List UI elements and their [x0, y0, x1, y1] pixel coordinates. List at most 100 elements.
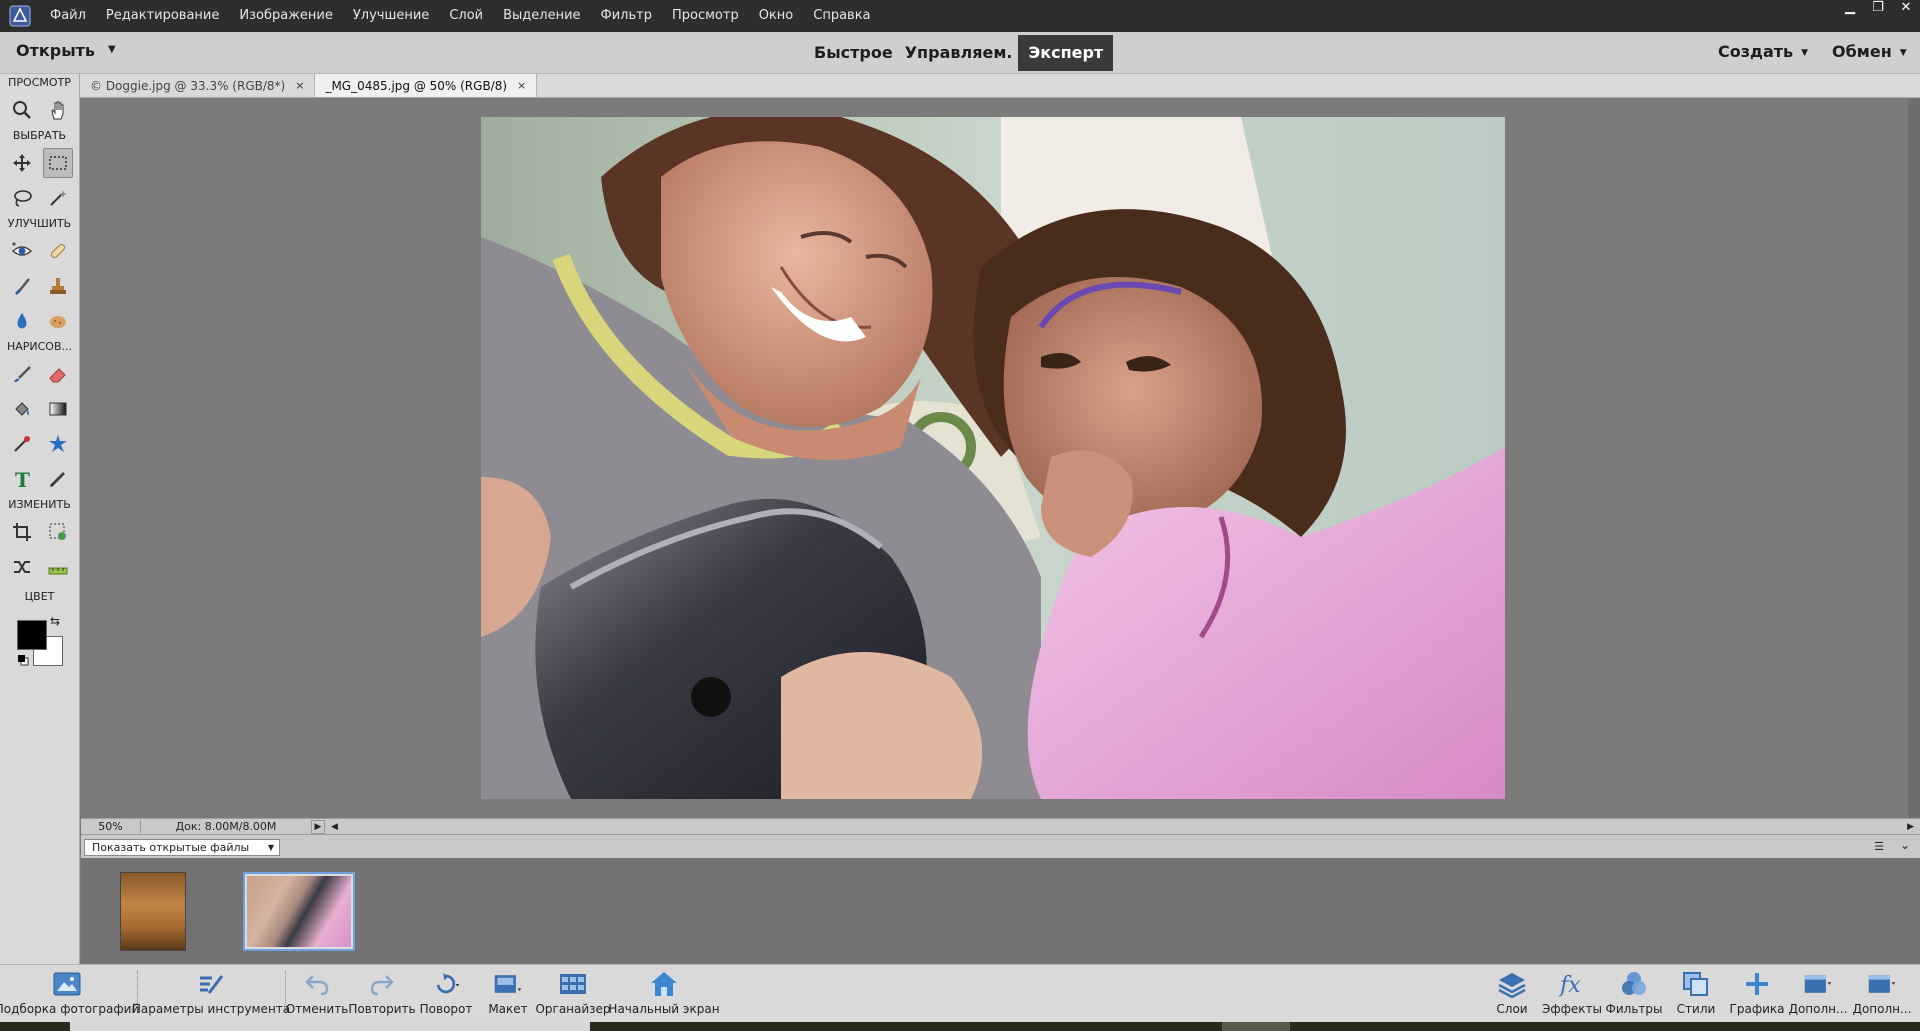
eyedropper-icon[interactable] — [7, 429, 37, 459]
chevron-down-icon: ▼ — [1899, 47, 1907, 58]
section-modify: ИЗМЕНИТЬ — [8, 498, 71, 511]
photo-mother-daughter-tablet — [481, 117, 1505, 799]
zoom-level-field[interactable]: 50% — [81, 820, 141, 833]
share-button[interactable]: Обмен ▼ — [1832, 42, 1907, 61]
chevron-down-icon: ▼ — [267, 843, 274, 852]
brush-tool-icon[interactable] — [7, 359, 37, 389]
magic-wand-icon[interactable] — [43, 183, 73, 213]
bin-menu-icon[interactable]: ☰ — [1874, 840, 1884, 853]
graphics-button[interactable]: Графика — [1730, 969, 1784, 1016]
content-aware-move-icon[interactable] — [7, 552, 37, 582]
rotate-button[interactable]: Поворот — [420, 969, 472, 1016]
close-icon[interactable]: × — [517, 74, 526, 98]
default-colors-icon[interactable] — [17, 654, 29, 666]
swap-colors-icon[interactable]: ⇆ — [50, 614, 60, 628]
blur-tool-icon[interactable] — [7, 306, 37, 336]
horizontal-scroll-left-icon[interactable]: ◀ — [331, 822, 338, 832]
menu-file[interactable]: Файл — [40, 0, 96, 32]
pencil-tool-icon[interactable] — [43, 464, 73, 494]
menu-edit[interactable]: Редактирование — [96, 0, 229, 32]
foreground-color-swatch[interactable] — [17, 620, 47, 650]
organizer-button[interactable]: Органайзер — [535, 969, 611, 1016]
tab-label: _MG_0485.jpg @ 50% (RGB/8) — [325, 78, 508, 93]
effects-button[interactable]: fx Эффекты — [1542, 969, 1602, 1016]
minimize-icon[interactable]: ▁ — [1836, 0, 1864, 18]
organizer-label: Органайзер — [535, 1002, 611, 1016]
mode-expert[interactable]: Эксперт — [1018, 35, 1114, 71]
home-screen-button[interactable]: Начальный экран — [608, 969, 720, 1016]
app-logo-icon[interactable] — [0, 0, 40, 32]
photo-bin-label: Подборка фотографий — [0, 1002, 140, 1016]
mode-quick[interactable]: Быстрое — [808, 35, 899, 71]
dropdown-label: Показать открытые файлы — [92, 841, 250, 854]
red-eye-tool-icon[interactable] — [7, 236, 37, 266]
menu-filter[interactable]: Фильтр — [591, 0, 662, 32]
tab-doggie[interactable]: © Doggie.jpg @ 33.3% (RGB/8*) × — [80, 74, 316, 98]
canvas-vertical-scrollbar[interactable] — [1908, 99, 1920, 818]
menu-select[interactable]: Выделение — [493, 0, 590, 32]
move-tool-icon[interactable] — [7, 148, 37, 178]
undo-label: Отменить — [285, 1002, 349, 1016]
hand-tool-icon[interactable] — [43, 95, 73, 125]
recompose-tool-icon[interactable] — [43, 517, 73, 547]
redo-button[interactable]: Повторить — [348, 969, 416, 1016]
sponge-tool-icon[interactable] — [43, 306, 73, 336]
menu-image[interactable]: Изображение — [229, 0, 342, 32]
home-icon — [649, 969, 679, 999]
clone-stamp-icon[interactable] — [43, 271, 73, 301]
smart-brush-icon[interactable] — [7, 271, 37, 301]
document-size-info: Док: 8.00M/8.00M — [175, 820, 277, 833]
tab-mg-0485[interactable]: _MG_0485.jpg @ 50% (RGB/8) × — [315, 74, 538, 98]
document-image[interactable] — [481, 117, 1505, 799]
lasso-tool-icon[interactable] — [7, 183, 37, 213]
close-icon[interactable]: ✕ — [1892, 0, 1920, 18]
zoom-tool-icon[interactable] — [7, 95, 37, 125]
straighten-tool-icon[interactable] — [43, 552, 73, 582]
photo-bin-button[interactable]: Подборка фотографий — [0, 969, 139, 1016]
mode-guided[interactable]: Управляем. — [899, 35, 1019, 71]
type-tool-icon[interactable]: T — [7, 464, 37, 494]
more-label: Дополн... — [1852, 1002, 1912, 1016]
menu-layer[interactable]: Слой — [439, 0, 493, 32]
bin-collapse-icon[interactable]: ⌄ — [1900, 838, 1910, 852]
photo-bin-icon — [52, 969, 82, 999]
horizontal-scroll-right-icon[interactable]: ▶ — [1907, 822, 1914, 832]
effects-label: Эффекты — [1542, 1002, 1602, 1016]
restore-icon[interactable]: ❐ — [1864, 0, 1892, 18]
gradient-tool-icon[interactable] — [43, 394, 73, 424]
spot-healing-icon[interactable] — [43, 236, 73, 266]
open-button[interactable]: Открыть — [16, 41, 95, 60]
menu-help[interactable]: Справка — [803, 0, 880, 32]
status-menu-arrow-icon[interactable]: ▶ — [311, 819, 325, 834]
layers-label: Слои — [1496, 1002, 1528, 1016]
menu-view[interactable]: Просмотр — [662, 0, 749, 32]
redo-icon — [367, 969, 397, 999]
canvas-area[interactable] — [81, 99, 1908, 818]
more-label: Дополн... — [1788, 1002, 1848, 1016]
crop-tool-icon[interactable] — [7, 517, 37, 547]
more-button-2[interactable]: Дополн... — [1852, 969, 1912, 1016]
menu-enhance[interactable]: Улучшение — [343, 0, 439, 32]
paint-bucket-icon[interactable] — [7, 394, 37, 424]
menu-window[interactable]: Окно — [749, 0, 804, 32]
layout-button[interactable]: Макет — [486, 969, 530, 1016]
photo-bin — [81, 858, 1920, 964]
tool-options-icon — [196, 969, 226, 999]
open-dropdown-icon[interactable]: ▼ — [108, 44, 116, 55]
tool-options-button[interactable]: Параметры инструмента — [132, 969, 290, 1016]
styles-button[interactable]: Стили — [1676, 969, 1716, 1016]
filters-label: Фильтры — [1605, 1002, 1663, 1016]
close-icon[interactable]: × — [295, 74, 304, 98]
thumbnail-doggie[interactable] — [120, 872, 186, 951]
thumbnail-mg-0485[interactable] — [243, 872, 355, 951]
more-button-1[interactable]: Дополн... — [1788, 969, 1848, 1016]
custom-shape-icon[interactable] — [43, 429, 73, 459]
create-button[interactable]: Создать ▼ — [1718, 42, 1808, 61]
marquee-tool-icon[interactable] — [42, 147, 73, 178]
layers-button[interactable]: Слои — [1494, 969, 1530, 1016]
organizer-icon — [558, 969, 588, 999]
show-open-files-dropdown[interactable]: Показать открытые файлы ▼ — [84, 839, 280, 856]
filters-button[interactable]: Фильтры — [1606, 969, 1662, 1016]
eraser-tool-icon[interactable] — [43, 359, 73, 389]
undo-button[interactable]: Отменить — [285, 969, 349, 1016]
